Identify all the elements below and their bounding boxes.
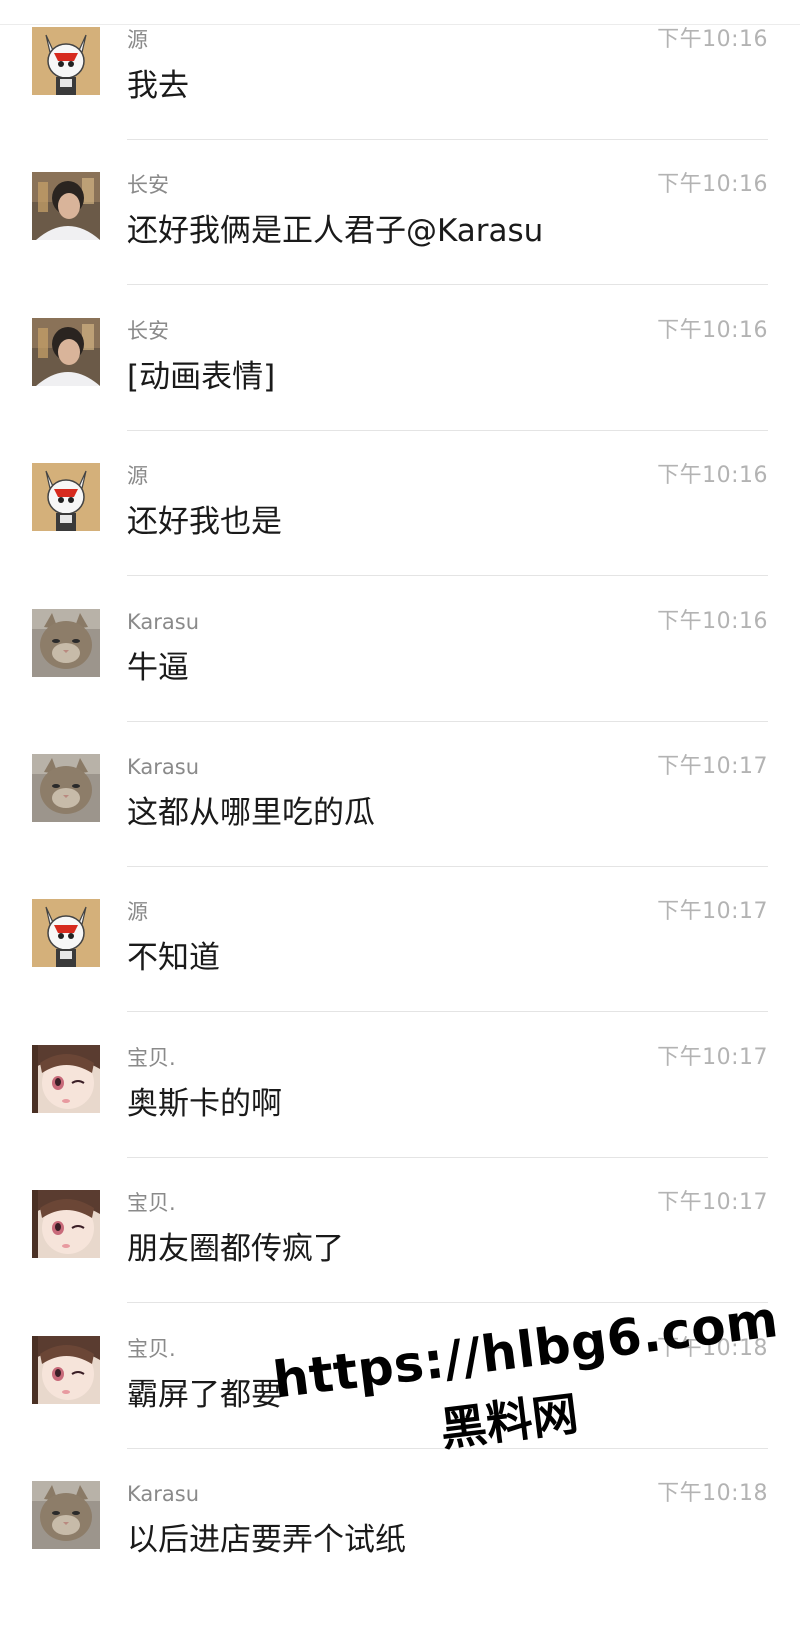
chat-message[interactable]: 长安 下午10:16 还好我俩是正人君子@Karasu — [0, 172, 800, 323]
message-time: 下午10:16 — [657, 27, 768, 52]
chat-message[interactable]: Karasu 下午10:18 以后进店要弄个试纸 — [0, 1481, 800, 1632]
top-edge — [0, 0, 800, 25]
message-text: 还好我俩是正人君子@Karasu — [127, 213, 544, 250]
sender-name: 宝贝. — [127, 1045, 176, 1070]
sender-name: Karasu — [127, 1482, 200, 1506]
message-time: 下午10:17 — [657, 1190, 768, 1216]
message-text: 朋友圈都传疯了 — [127, 1231, 344, 1268]
chat-message[interactable]: 宝贝. 下午10:18 霸屏了都要 — [0, 1335, 800, 1487]
message-time: 下午10:16 — [657, 172, 768, 198]
message-time: 下午10:16 — [657, 317, 768, 343]
message-divider — [127, 1447, 768, 1449]
message-time: 下午10:18 — [657, 1335, 768, 1361]
sender-name: 长安 — [127, 318, 169, 343]
message-time: 下午10:16 — [657, 463, 768, 489]
sender-name: 宝贝. — [127, 1191, 176, 1216]
person-photo-avatar[interactable] — [32, 317, 100, 386]
message-divider — [127, 1302, 768, 1304]
message-divider — [127, 1011, 768, 1013]
sender-name: 宝贝. — [127, 1336, 176, 1361]
cat-photo-avatar[interactable] — [32, 608, 100, 677]
message-divider — [127, 866, 768, 867]
message-time: 下午10:17 — [657, 899, 768, 925]
message-time: 下午10:17 — [657, 754, 768, 779]
message-text: 这都从哪里吃的瓜 — [127, 795, 375, 831]
message-divider — [127, 429, 768, 431]
sender-name: 源 — [127, 464, 148, 489]
chat-message[interactable]: 源 下午10:16 我去 — [0, 27, 800, 178]
cat-photo-avatar[interactable] — [32, 1481, 100, 1549]
message-divider — [127, 575, 768, 577]
robot-mascot-avatar[interactable] — [32, 27, 100, 95]
robot-mascot-avatar[interactable] — [32, 899, 100, 968]
message-time: 下午10:16 — [657, 608, 768, 634]
message-text: 还好我也是 — [127, 504, 282, 541]
chat-message[interactable]: 源 下午10:17 不知道 — [0, 899, 800, 1050]
chat-message[interactable]: Karasu 下午10:16 牛逼 — [0, 608, 800, 760]
person-photo-avatar[interactable] — [32, 172, 100, 241]
message-divider — [127, 720, 768, 722]
message-divider — [127, 1156, 768, 1158]
message-text: 霸屏了都要 — [127, 1376, 282, 1413]
anime-girl-avatar[interactable] — [32, 1044, 100, 1113]
message-time: 下午10:17 — [657, 1044, 768, 1070]
sender-name: 长安 — [127, 173, 169, 198]
message-time: 下午10:18 — [657, 1481, 768, 1506]
message-text: 不知道 — [127, 940, 220, 977]
robot-mascot-avatar[interactable] — [32, 463, 100, 532]
chat-message[interactable]: 源 下午10:16 还好我也是 — [0, 463, 800, 614]
chat-message[interactable]: 宝贝. 下午10:17 奥斯卡的啊 — [0, 1044, 800, 1196]
message-text: 以后进店要弄个试纸 — [127, 1522, 406, 1558]
message-text: [动画表情] — [127, 358, 276, 395]
sender-name: 源 — [127, 900, 148, 925]
anime-girl-avatar[interactable] — [32, 1190, 100, 1259]
sender-name: Karasu — [127, 755, 200, 779]
anime-girl-avatar[interactable] — [32, 1335, 100, 1404]
message-divider — [127, 139, 768, 140]
message-text: 我去 — [127, 68, 189, 104]
message-text: 牛逼 — [127, 649, 189, 686]
cat-photo-avatar[interactable] — [32, 754, 100, 822]
sender-name: 源 — [127, 28, 148, 52]
chat-message[interactable]: 长安 下午10:16 [动画表情] — [0, 317, 800, 469]
message-text: 奥斯卡的啊 — [127, 1085, 282, 1122]
chat-message[interactable]: 宝贝. 下午10:17 朋友圈都传疯了 — [0, 1190, 800, 1341]
chat-message[interactable]: Karasu 下午10:17 这都从哪里吃的瓜 — [0, 754, 800, 905]
sender-name: Karasu — [127, 609, 200, 634]
message-divider — [127, 284, 768, 286]
